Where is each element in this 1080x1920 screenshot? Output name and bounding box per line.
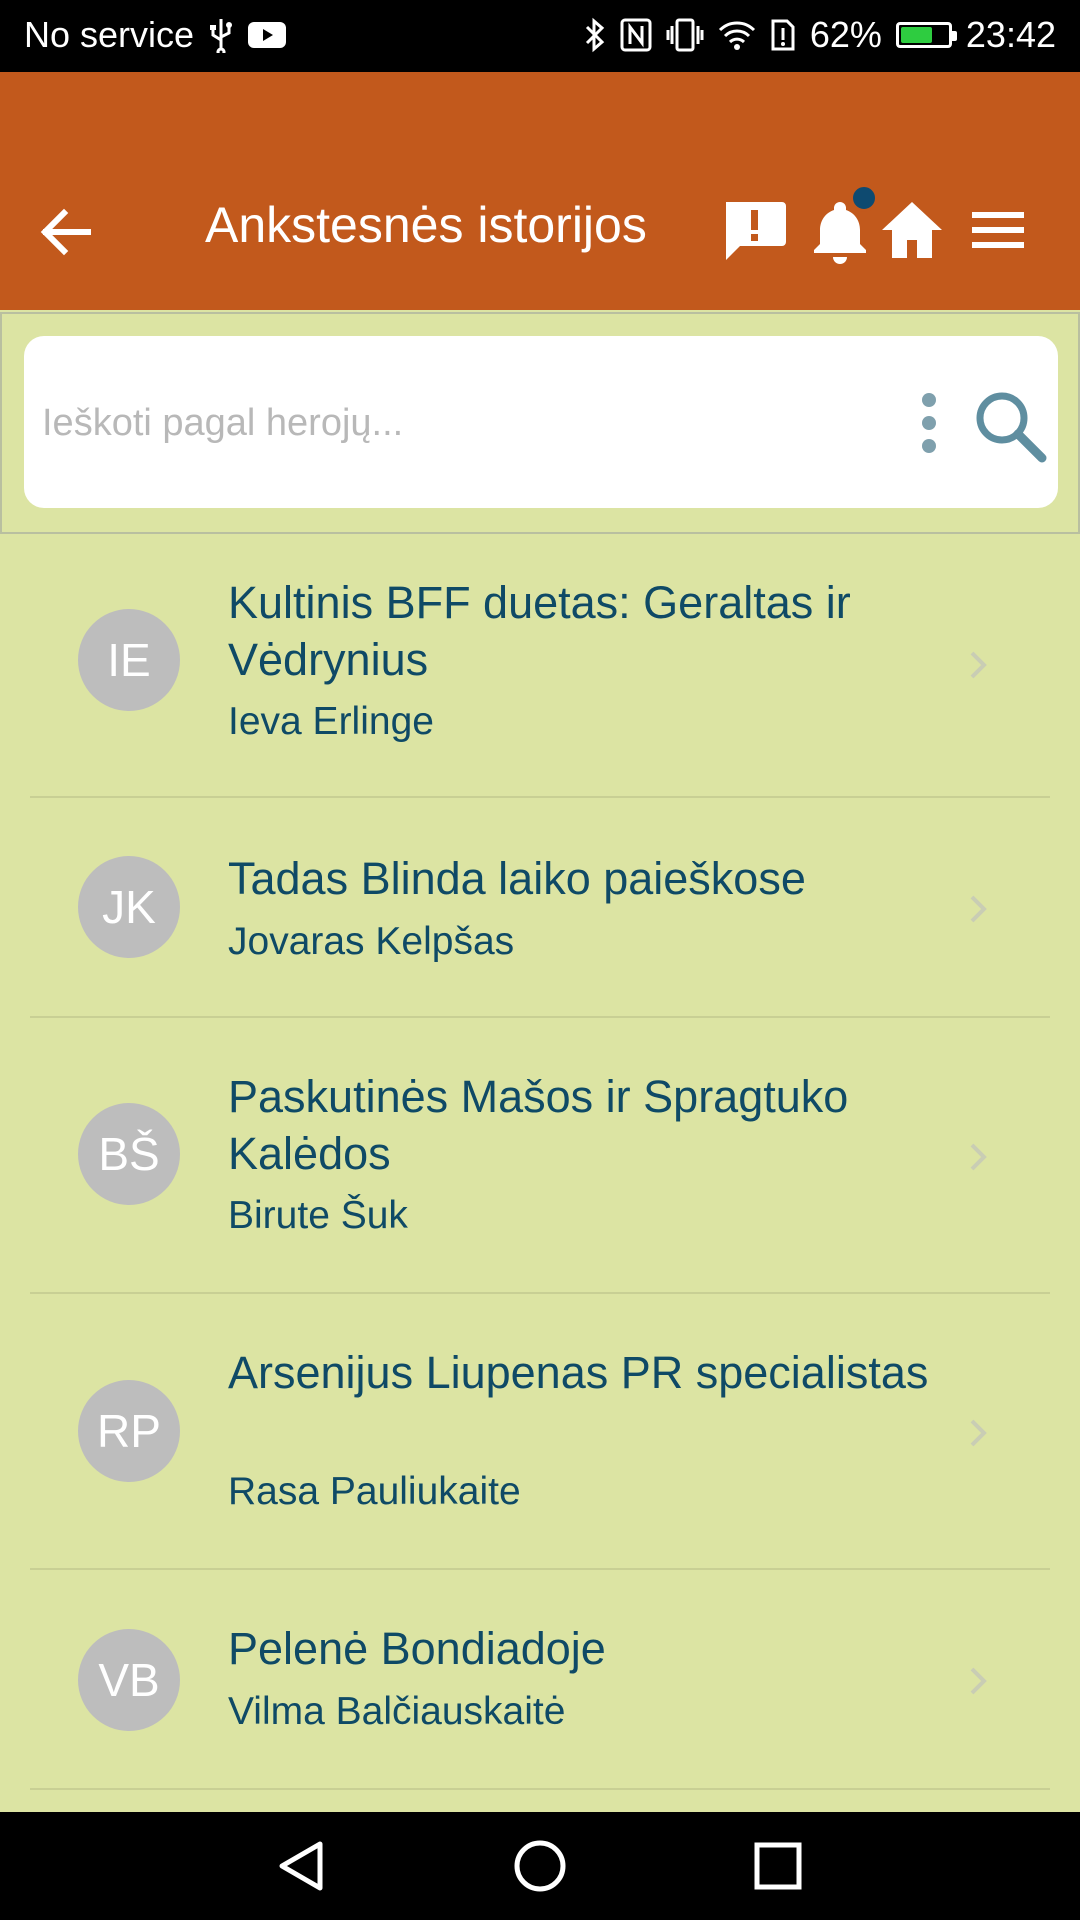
- search-icon[interactable]: [964, 386, 1054, 466]
- story-author: Birute Šuk: [228, 1194, 408, 1237]
- avatar: RP: [78, 1380, 180, 1482]
- notification-badge: [850, 184, 878, 212]
- list-item[interactable]: JK Tadas Blinda laiko paieškose Jovaras …: [0, 798, 1080, 1018]
- bluetooth-icon: [584, 17, 606, 53]
- report-icon[interactable]: [720, 196, 788, 264]
- nav-recents-icon[interactable]: [748, 1836, 808, 1896]
- search-area: [0, 312, 1080, 534]
- usb-icon: [208, 17, 234, 53]
- chevron-right-icon: [970, 651, 987, 679]
- nav-home-icon[interactable]: [510, 1836, 570, 1896]
- chevron-right-icon: [970, 1143, 987, 1171]
- battery-icon: [895, 22, 957, 48]
- avatar: BŠ: [78, 1103, 180, 1205]
- nfc-icon: [620, 18, 652, 52]
- story-author: Jovaras Kelpšas: [228, 920, 515, 963]
- status-bar: No service 62% 23:42: [0, 0, 1080, 72]
- story-title: Pelenė Bondiadoje: [228, 1623, 606, 1674]
- more-options-icon[interactable]: [904, 390, 954, 456]
- alert-icon: [770, 18, 796, 52]
- search-box: [24, 336, 1058, 508]
- divider: [30, 1788, 1050, 1790]
- home-icon[interactable]: [878, 196, 946, 264]
- search-input[interactable]: [40, 392, 864, 454]
- clock: 23:42: [965, 14, 1056, 55]
- app-bar: Ankstesnės istorijos: [0, 72, 1080, 310]
- vibrate-icon: [666, 18, 704, 52]
- list-item[interactable]: IE Kultinis BFF duetas: Geraltas ir Vėdr…: [0, 534, 1080, 798]
- avatar: JK: [78, 856, 180, 958]
- chevron-right-icon: [970, 1667, 987, 1695]
- wifi-icon: [718, 19, 756, 51]
- story-author: Ieva Erlinge: [228, 700, 434, 743]
- carrier-label: No service: [24, 14, 195, 55]
- list-item[interactable]: VB Pelenė Bondiadoje Vilma Balčiauskaitė: [0, 1570, 1080, 1790]
- back-arrow-icon[interactable]: [36, 202, 96, 262]
- list-item[interactable]: BŠ Paskutinės Mašos ir Spragtuko Kalėdos…: [0, 1018, 1080, 1294]
- system-nav-bar: [0, 1812, 1080, 1920]
- list-item[interactable]: RP Arsenijus Liupenas PR specialistas Ra…: [0, 1294, 1080, 1570]
- page-title: Ankstesnės istorijos: [205, 197, 647, 253]
- story-title: Tadas Blinda laiko paieškose: [228, 853, 806, 904]
- battery-percent: 62%: [809, 14, 882, 55]
- avatar: IE: [78, 609, 180, 711]
- nav-back-icon[interactable]: [272, 1836, 332, 1896]
- story-author: Rasa Pauliukaite: [228, 1470, 521, 1513]
- youtube-icon: [248, 20, 287, 50]
- chevron-right-icon: [970, 1419, 987, 1447]
- avatar: VB: [78, 1629, 180, 1731]
- story-title: Paskutinės Mašos ir Spragtuko Kalėdos: [228, 1071, 849, 1179]
- story-author: Vilma Balčiauskaitė: [228, 1690, 566, 1733]
- chevron-right-icon: [970, 895, 987, 923]
- menu-icon[interactable]: [964, 196, 1032, 264]
- story-title: Kultinis BFF duetas: Geraltas ir Vėdryni…: [228, 577, 851, 685]
- story-title: Arsenijus Liupenas PR specialistas: [228, 1347, 929, 1398]
